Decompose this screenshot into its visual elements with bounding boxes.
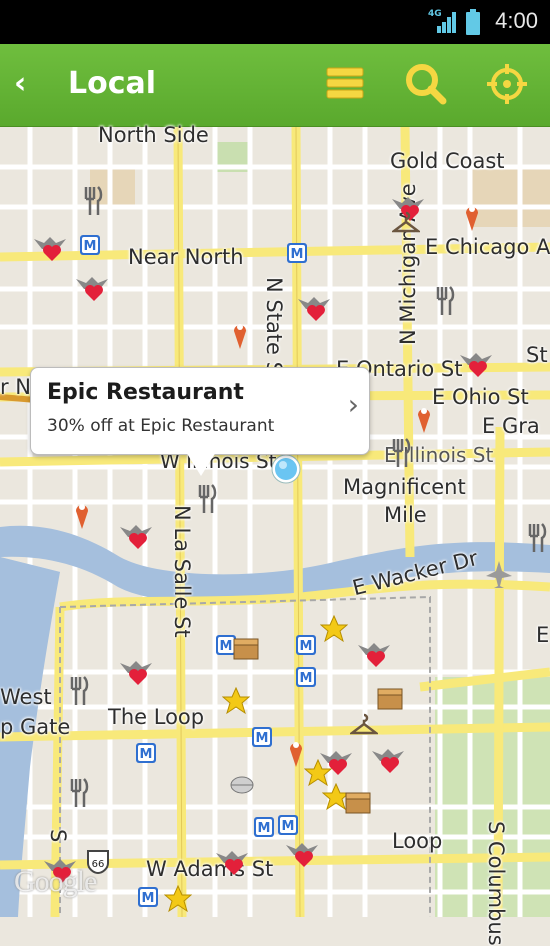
- metro-icon[interactable]: M: [296, 667, 316, 687]
- neighborhood-label: r N: [0, 375, 32, 399]
- my-location-button[interactable]: [485, 62, 529, 106]
- callout-title: Epic Restaurant: [47, 380, 244, 405]
- app-bar: ‹ Local: [0, 44, 550, 128]
- mouse-icon[interactable]: [228, 771, 256, 795]
- search-button[interactable]: [404, 62, 448, 106]
- pin-icon[interactable]: [230, 319, 250, 351]
- restaurant-fork-icon[interactable]: [194, 483, 218, 515]
- street-label: S Columbus: [484, 821, 508, 946]
- street-label: E Gra: [482, 414, 540, 438]
- neighborhood-label: p Gate: [0, 715, 71, 739]
- star-icon[interactable]: [164, 885, 192, 913]
- hanger-icon[interactable]: [392, 211, 420, 235]
- pin-icon[interactable]: [414, 403, 434, 435]
- neighborhood-label: Magnificent: [343, 475, 466, 499]
- metro-icon[interactable]: M: [287, 243, 307, 263]
- search-icon: [406, 64, 447, 105]
- street-label: N La Salle St: [170, 505, 194, 638]
- svg-text:M: M: [282, 819, 295, 834]
- street-label: S: [46, 829, 70, 843]
- restaurant-fork-icon[interactable]: [66, 777, 90, 809]
- crosshair-icon: [487, 64, 527, 104]
- pin-icon[interactable]: [286, 737, 306, 769]
- metro-icon[interactable]: M: [136, 743, 156, 763]
- neighborhood-label: Gold Coast: [390, 149, 505, 173]
- signal-icon: [437, 12, 456, 33]
- svg-text:M: M: [256, 731, 269, 746]
- metro-icon[interactable]: M: [138, 887, 158, 907]
- svg-text:M: M: [300, 671, 313, 686]
- list-view-button[interactable]: [324, 62, 368, 106]
- heart-winged-icon[interactable]: [370, 743, 406, 775]
- neighborhood-label: Loop: [392, 829, 443, 853]
- battery-icon: [466, 9, 480, 35]
- metro-icon[interactable]: M: [254, 817, 274, 837]
- pin-icon[interactable]: [72, 499, 92, 531]
- list-icon: [326, 67, 364, 99]
- pin-icon[interactable]: [462, 201, 482, 233]
- back-button[interactable]: ‹: [14, 66, 26, 101]
- heart-winged-icon[interactable]: [296, 291, 332, 323]
- heart-winged-icon[interactable]: [74, 271, 110, 303]
- map-view[interactable]: North Side Gold Coast Near North Magnifi…: [0, 123, 550, 946]
- neighborhood-label: West: [0, 685, 52, 709]
- street-label: W Adams St: [146, 857, 274, 881]
- google-attribution: Google: [14, 865, 97, 898]
- neighborhood-label: The Loop: [108, 705, 205, 729]
- hanger-icon[interactable]: [350, 713, 378, 737]
- svg-text:M: M: [291, 247, 304, 262]
- street-label: E: [536, 623, 550, 647]
- metro-icon[interactable]: M: [296, 635, 316, 655]
- restaurant-fork-icon[interactable]: [432, 285, 456, 317]
- street-label: St: [526, 343, 548, 367]
- svg-text:M: M: [84, 239, 97, 254]
- svg-text:M: M: [140, 747, 153, 762]
- page-title: Local: [68, 66, 157, 101]
- heart-winged-icon[interactable]: [284, 837, 320, 869]
- airplane-icon[interactable]: [484, 559, 514, 589]
- restaurant-fork-icon[interactable]: [66, 675, 90, 707]
- metro-icon[interactable]: M: [252, 727, 272, 747]
- chevron-right-icon[interactable]: ›: [348, 388, 359, 421]
- package-icon[interactable]: [232, 637, 260, 661]
- heart-winged-icon[interactable]: [118, 655, 154, 687]
- status-bar: 4G 4:00: [0, 0, 550, 44]
- metro-icon[interactable]: M: [278, 815, 298, 835]
- callout-subtitle: 30% off at Epic Restaurant: [47, 416, 275, 436]
- svg-text:M: M: [258, 821, 271, 836]
- package-icon[interactable]: [344, 791, 372, 815]
- heart-winged-icon[interactable]: [214, 845, 250, 877]
- clock: 4:00: [495, 8, 538, 33]
- metro-icon[interactable]: M: [80, 235, 100, 255]
- street-label: E Ohio St: [432, 385, 529, 409]
- restaurant-fork-icon[interactable]: [524, 522, 548, 554]
- restaurant-fork-icon[interactable]: [80, 185, 104, 217]
- street-label: E Chicago A: [425, 235, 550, 259]
- heart-winged-icon[interactable]: [32, 231, 68, 263]
- neighborhood-label: Mile: [384, 503, 427, 527]
- neighborhood-label: North Side: [98, 123, 209, 147]
- location-dot-icon[interactable]: [270, 453, 302, 485]
- star-icon[interactable]: [320, 615, 348, 643]
- heart-winged-icon[interactable]: [458, 347, 494, 379]
- svg-text:M: M: [300, 639, 313, 654]
- place-callout[interactable]: Epic Restaurant 30% off at Epic Restaura…: [30, 367, 370, 476]
- callout-tail: [186, 452, 216, 476]
- heart-winged-icon[interactable]: [356, 637, 392, 669]
- neighborhood-label: Near North: [128, 245, 244, 269]
- star-icon[interactable]: [222, 687, 250, 715]
- svg-text:M: M: [220, 639, 233, 654]
- package-icon[interactable]: [376, 687, 404, 711]
- svg-text:M: M: [142, 891, 155, 906]
- restaurant-fork-icon[interactable]: [388, 437, 412, 469]
- heart-winged-icon[interactable]: [118, 519, 154, 551]
